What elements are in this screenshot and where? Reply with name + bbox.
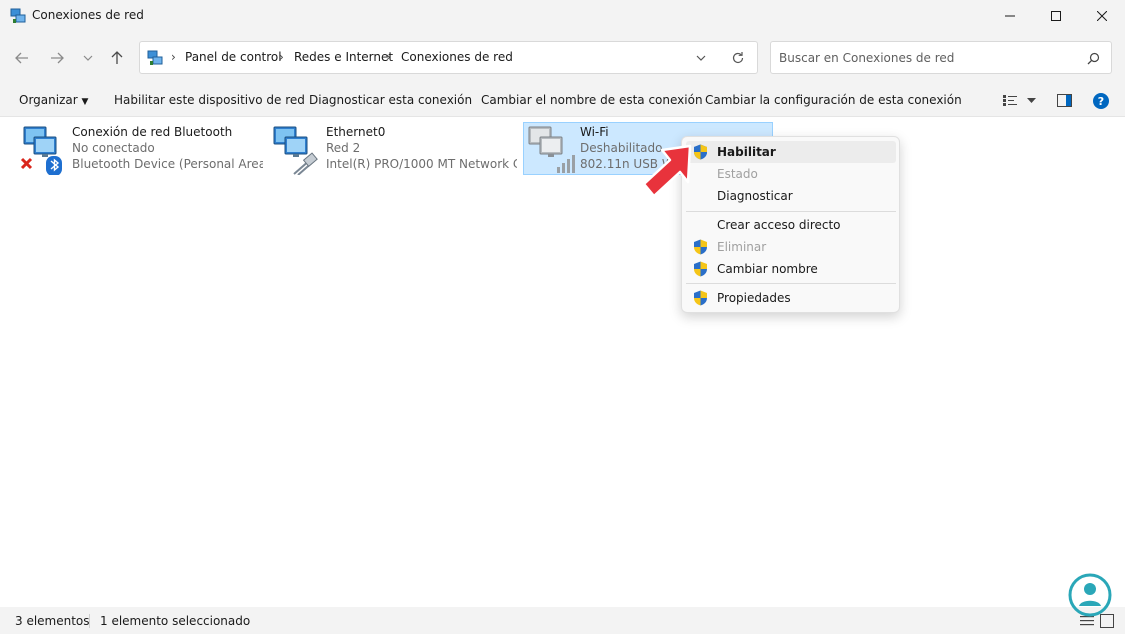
menu-item-label: Habilitar [717, 145, 776, 159]
network-bluetooth-icon [20, 126, 62, 175]
connection-device: Intel(R) PRO/1000 MT Network C... [326, 157, 517, 171]
menu-item-label: Diagnosticar [717, 189, 793, 203]
connection-status: Red 2 [326, 141, 361, 155]
view-dropdown-icon[interactable] [1027, 98, 1036, 103]
status-divider [89, 614, 90, 628]
up-arrow-icon [111, 51, 123, 64]
status-bar: 3 elementos 1 elemento seleccionado [0, 607, 1125, 634]
forward-button[interactable] [45, 46, 69, 70]
enable-device-button[interactable]: Habilitar este dispositivo de red [114, 93, 305, 107]
maximize-icon [1051, 11, 1061, 21]
selection-count: 1 elemento seleccionado [100, 614, 251, 628]
rename-connection-button[interactable]: Cambiar el nombre de esta conexión [481, 93, 703, 107]
menu-item-diagnose[interactable]: Diagnosticar [686, 185, 896, 207]
navigation-bar: › Panel de control › Redes e Internet › … [0, 32, 1125, 84]
breadcrumb-control-panel[interactable]: Panel de control [185, 50, 282, 64]
connection-name: Conexión de red Bluetooth [72, 125, 233, 139]
view-options-icon[interactable] [1003, 95, 1017, 106]
address-dropdown-icon[interactable] [696, 55, 706, 61]
network-connections-icon [10, 8, 26, 23]
close-button[interactable] [1079, 0, 1125, 32]
connection-device: Bluetooth Device (Personal Area ... [72, 157, 263, 171]
menu-item-properties[interactable]: Propiedades [686, 287, 896, 309]
diagnose-connection-button[interactable]: Diagnosticar esta conexión [309, 93, 472, 107]
menu-item-label: Propiedades [717, 291, 791, 305]
control-panel-icon [147, 50, 163, 65]
window-title: Conexiones de red [32, 8, 144, 22]
connection-name: Wi-Fi [580, 125, 609, 139]
breadcrumb-separator-icon: › [279, 50, 284, 64]
help-icon[interactable]: ? [1093, 93, 1109, 109]
connection-name: Ethernet0 [326, 125, 386, 139]
menu-item-delete: Eliminar [686, 236, 896, 258]
menu-item-rename[interactable]: Cambiar nombre [686, 258, 896, 280]
organize-button[interactable]: Organizar ▼ [19, 93, 88, 107]
menu-separator [686, 211, 896, 212]
svg-text:?: ? [1098, 95, 1104, 108]
change-settings-button[interactable]: Cambiar la configuración de esta conexió… [705, 93, 962, 107]
menu-item-label: Cambiar nombre [717, 262, 818, 276]
uac-shield-icon [694, 239, 707, 255]
pointer-arrow-icon [642, 144, 692, 198]
breadcrumb-network-internet[interactable]: Redes e Internet [294, 50, 393, 64]
back-arrow-icon [15, 52, 28, 64]
caret-down-icon: ▼ [81, 97, 89, 107]
search-box[interactable] [770, 41, 1112, 74]
search-icon[interactable] [1087, 52, 1100, 65]
close-icon [1097, 11, 1107, 21]
back-button[interactable] [10, 46, 34, 70]
chevron-down-icon [83, 55, 93, 61]
menu-item-status: Estado [686, 163, 896, 185]
breadcrumb-network-connections[interactable]: Conexiones de red [401, 50, 513, 64]
network-ethernet-icon [273, 126, 318, 175]
command-bar: Organizar ▼ Habilitar este dispositivo d… [0, 84, 1125, 117]
menu-item-label: Eliminar [717, 240, 767, 254]
menu-item-label: Crear acceso directo [717, 218, 841, 232]
item-count: 3 elementos [15, 614, 90, 628]
connection-ethernet[interactable]: Ethernet0 Red 2 Intel(R) PRO/1000 MT Net… [272, 123, 517, 175]
title-bar: Conexiones de red [0, 0, 1125, 32]
up-button[interactable] [105, 46, 129, 70]
address-bar[interactable]: › Panel de control › Redes e Internet › … [139, 41, 758, 74]
menu-item-label: Estado [717, 167, 758, 181]
recent-locations-button[interactable] [76, 46, 100, 70]
breadcrumb-separator-icon: › [171, 50, 176, 64]
uac-shield-icon [694, 290, 707, 306]
watermark-logo-icon [1068, 573, 1112, 617]
context-menu: Habilitar Estado Diagnosticar Crear acce… [681, 136, 900, 313]
maximize-button[interactable] [1033, 0, 1079, 32]
connection-bluetooth[interactable]: Conexión de red Bluetooth No conectado B… [18, 123, 263, 175]
search-input[interactable] [779, 49, 1069, 67]
minimize-icon [1005, 15, 1015, 17]
forward-arrow-icon [51, 52, 64, 64]
network-wifi-disabled-icon [528, 126, 575, 173]
preview-pane-icon[interactable] [1057, 94, 1072, 107]
refresh-icon[interactable] [731, 51, 745, 65]
connections-list[interactable]: Conexión de red Bluetooth No conectado B… [0, 117, 1125, 607]
menu-separator [686, 283, 896, 284]
connection-status: No conectado [72, 141, 155, 155]
breadcrumb-separator-icon: › [386, 50, 391, 64]
minimize-button[interactable] [987, 0, 1033, 32]
menu-item-enable[interactable]: Habilitar [686, 141, 896, 163]
uac-shield-icon [694, 261, 707, 277]
menu-item-create-shortcut[interactable]: Crear acceso directo [686, 214, 896, 236]
